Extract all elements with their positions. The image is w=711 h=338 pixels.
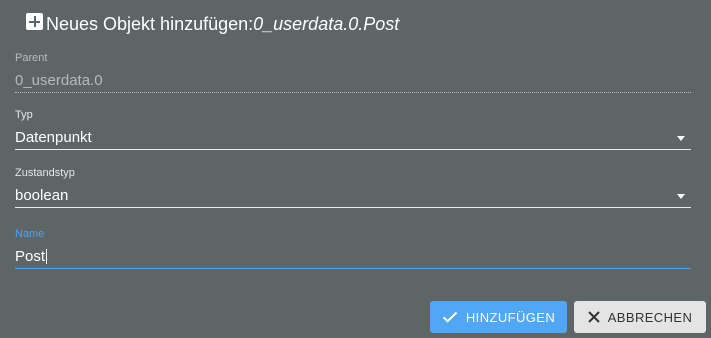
close-icon — [588, 311, 600, 323]
typ-value[interactable]: Datenpunkt — [15, 127, 691, 150]
name-input-text: Post — [15, 248, 46, 265]
zustandstyp-select[interactable]: Zustandstyp boolean — [15, 167, 691, 208]
parent-label: Parent — [15, 52, 48, 64]
parent-field: Parent 0_userdata.0 — [15, 52, 691, 93]
zustandstyp-value[interactable]: boolean — [15, 185, 691, 208]
zustandstyp-selected-value: boolean — [15, 187, 69, 204]
check-icon — [442, 311, 458, 323]
name-field[interactable]: Name Post — [15, 228, 691, 269]
name-label: Name — [15, 228, 45, 240]
dialog-title-prefix: Neues Objekt hinzufügen: — [46, 14, 254, 34]
typ-select[interactable]: Typ Datenpunkt — [15, 109, 691, 150]
add-button[interactable]: HINZUFÜGEN — [430, 301, 567, 333]
add-button-label: HINZUFÜGEN — [465, 309, 556, 325]
parent-value: 0_userdata.0 — [15, 70, 691, 93]
dropdown-arrow-icon[interactable] — [677, 136, 685, 141]
typ-selected-value: Datenpunkt — [15, 129, 92, 146]
name-input[interactable]: Post — [15, 246, 691, 269]
typ-label: Typ — [15, 109, 33, 121]
cancel-button[interactable]: ABBRECHEN — [574, 301, 706, 333]
zustandstyp-label: Zustandstyp — [15, 167, 75, 179]
dialog-title-path: 0_userdata.0.Post — [253, 14, 400, 34]
plus-box-icon — [26, 13, 43, 30]
dropdown-arrow-icon[interactable] — [677, 194, 685, 199]
dialog-title: Neues Objekt hinzufügen: 0_userdata.0.Po… — [26, 13, 400, 35]
text-cursor — [46, 248, 48, 264]
cancel-button-label: ABBRECHEN — [607, 309, 693, 325]
